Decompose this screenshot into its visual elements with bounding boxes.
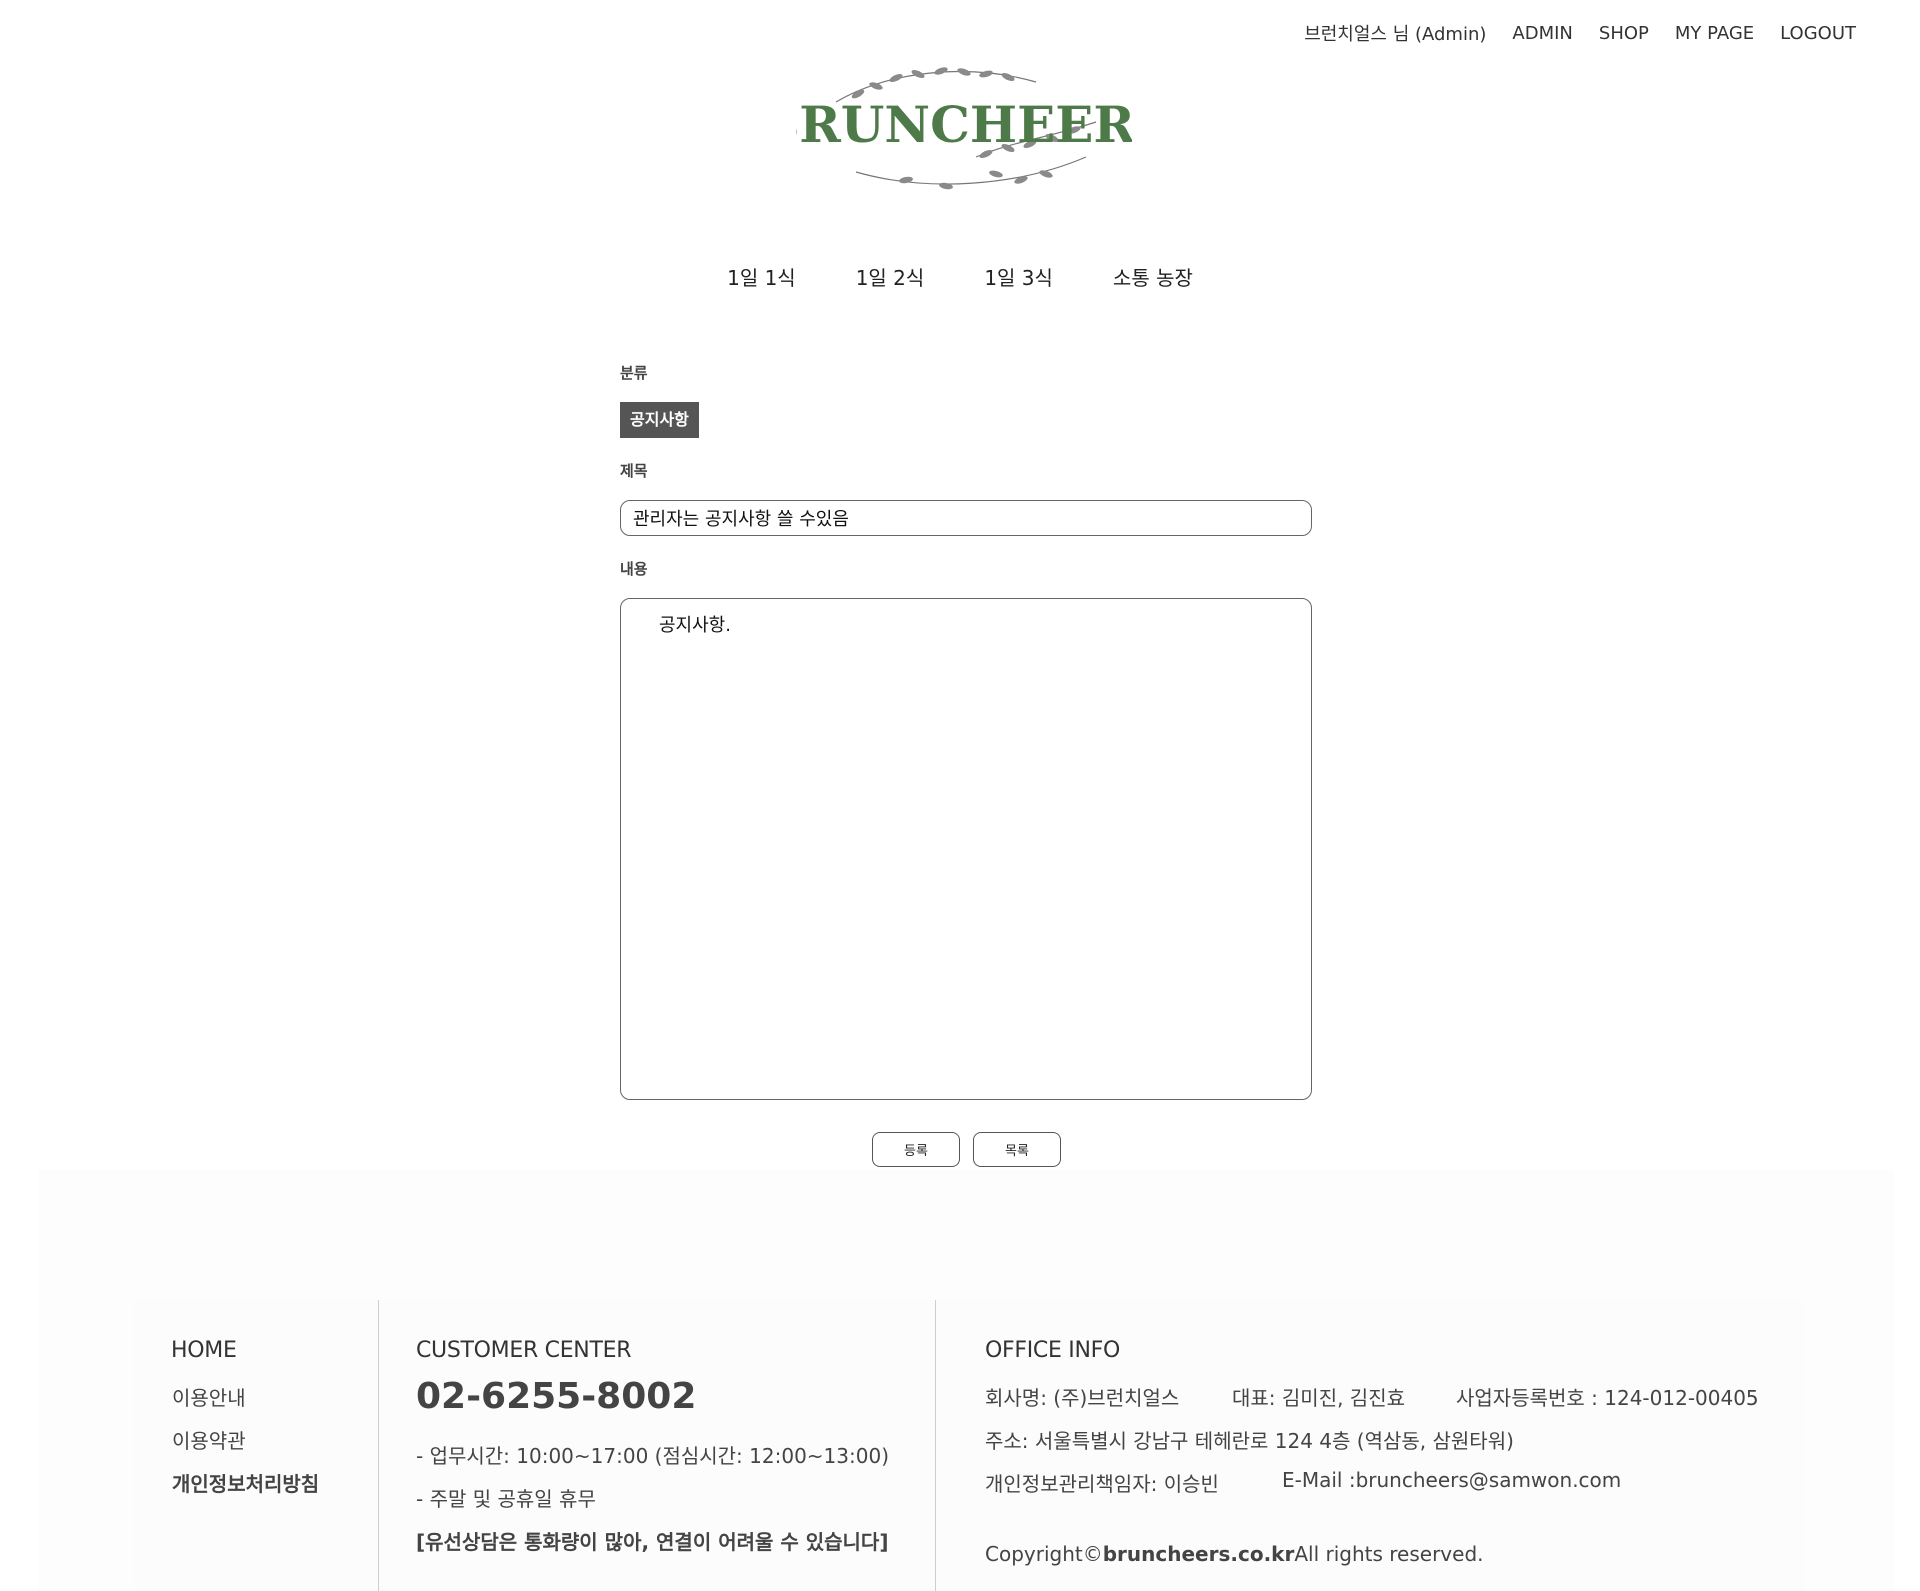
title-input[interactable] (620, 500, 1312, 536)
customer-hours: - 업무시간: 10:00~17:00 (점심시간: 12:00~13:00) (416, 1444, 889, 1468)
submit-button[interactable]: 등록 (872, 1132, 960, 1167)
top-utility-nav: 브런치얼스 님 (Admin) ADMIN SHOP MY PAGE LOGOU… (1304, 20, 1856, 46)
customer-closed: - 주말 및 공휴일 휴무 (416, 1487, 596, 1511)
title-label: 제목 (620, 462, 648, 480)
category-badge: 공지사항 (620, 402, 699, 438)
footer-link-privacy[interactable]: 개인정보처리방침 (172, 1468, 319, 1497)
footer-customer-heading: CUSTOMER CENTER (416, 1338, 632, 1363)
footer-divider (935, 1300, 936, 1591)
office-company: 회사명: (주)브런치얼스 (985, 1386, 1180, 1410)
footer-home-heading[interactable]: HOME (171, 1338, 237, 1363)
footer (134, 1300, 1804, 1591)
office-ceo: 대표: 김미진, 김진효 (1232, 1386, 1406, 1410)
logo-wreath-graphic: BRUNCHEERS (757, 67, 1171, 190)
nav-two-meals[interactable]: 1일 2식 (856, 262, 925, 291)
admin-link[interactable]: ADMIN (1512, 23, 1572, 44)
list-button[interactable]: 목록 (973, 1132, 1061, 1167)
footer-office-heading: OFFICE INFO (985, 1338, 1120, 1363)
office-bizno: 사업자등록번호 : 124-012-00405 (1456, 1386, 1759, 1410)
nav-one-meal[interactable]: 1일 1식 (727, 262, 796, 291)
content-label: 내용 (620, 560, 648, 578)
copyright-prefix: Copyright© (985, 1542, 1103, 1566)
customer-phone: 02-6255-8002 (416, 1376, 697, 1417)
footer-divider (378, 1300, 379, 1591)
nav-community-farm[interactable]: 소통 농장 (1113, 262, 1193, 291)
category-label: 분류 (620, 364, 648, 382)
content-textarea[interactable]: 공지사항. (620, 598, 1312, 1100)
office-address: 주소: 서울특별시 강남구 테헤란로 124 4층 (역삼동, 삼원타워) (985, 1429, 1514, 1453)
footer-link-guide[interactable]: 이용안내 (172, 1382, 246, 1411)
logout-link[interactable]: LOGOUT (1780, 23, 1856, 44)
site-logo[interactable]: BRUNCHEERS (757, 62, 1171, 192)
shop-link[interactable]: SHOP (1599, 23, 1649, 44)
office-privacy-officer: 개인정보관리책임자: 이승빈 (985, 1472, 1219, 1496)
my-page-link[interactable]: MY PAGE (1675, 23, 1754, 44)
main-nav: 1일 1식 1일 2식 1일 3식 소통 농장 (0, 262, 1920, 291)
office-email: E-Mail :bruncheers@samwon.com (1282, 1468, 1622, 1492)
copyright-domain: bruncheers.co.kr (1102, 1542, 1295, 1566)
copyright: Copyright©bruncheers.co.krAll rights res… (985, 1542, 1484, 1566)
nav-three-meals[interactable]: 1일 3식 (984, 262, 1053, 291)
logo-text: BRUNCHEERS (796, 95, 1132, 154)
footer-link-terms[interactable]: 이용약관 (172, 1425, 246, 1454)
user-greeting: 브런치얼스 님 (Admin) (1304, 24, 1487, 45)
copyright-suffix: All rights reserved. (1294, 1542, 1484, 1566)
customer-notice: [유선상담은 통화량이 많아, 연결이 어려울 수 있습니다] (416, 1530, 889, 1554)
